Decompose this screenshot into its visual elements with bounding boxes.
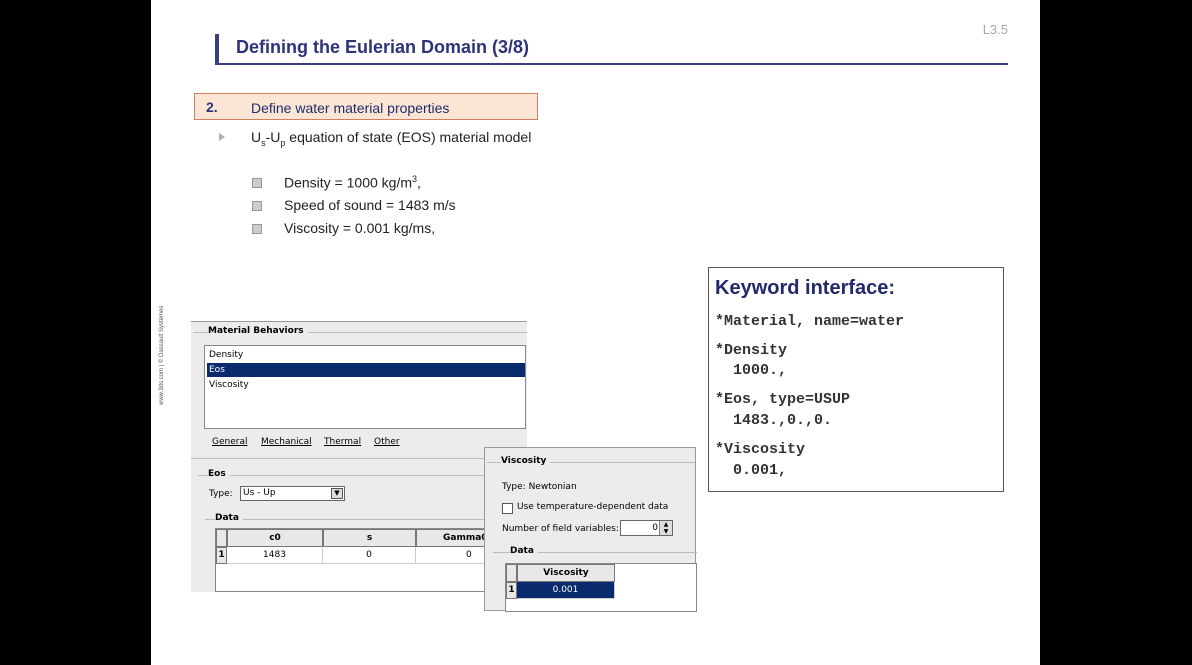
step-box: 2. Define water material properties — [194, 93, 538, 120]
title-underline — [215, 63, 1008, 65]
row-index: 1 — [506, 582, 517, 599]
field-variables-spinner[interactable]: 0 ▲ ▼ — [620, 520, 673, 536]
material-editor-panel: Material Behaviors Density Eos Viscosity… — [191, 321, 528, 592]
field-variables-label: Number of field variables: — [502, 524, 619, 534]
square-bullet-icon — [252, 224, 262, 234]
menu-other[interactable]: Other — [374, 437, 400, 447]
behavior-item-viscosity[interactable]: Viscosity — [207, 378, 525, 392]
keyword-interface-box: Keyword interface: *Material, name=water… — [708, 267, 1004, 492]
row-index: 1 — [216, 547, 227, 564]
cell-c0[interactable]: 1483 — [227, 547, 323, 564]
group-border — [198, 475, 527, 476]
table-corner — [506, 564, 517, 582]
keyword-line: *Eos, type=USUP — [715, 391, 851, 408]
keyword-line: 1483.,0.,0. — [715, 412, 833, 429]
keyword-line: *Density — [715, 342, 788, 359]
square-bullet-icon — [252, 201, 262, 211]
menu-thermal[interactable]: Thermal — [324, 437, 361, 447]
viscosity-type: Type: Newtonian — [502, 482, 577, 492]
menu-mechanical[interactable]: Mechanical — [261, 437, 312, 447]
bullet-density: Density = 1000 kg/m3, — [284, 174, 421, 191]
behavior-item-density[interactable]: Density — [207, 348, 525, 362]
cell-viscosity[interactable]: 0.001 — [517, 582, 615, 599]
spinner-arrows-icon[interactable]: ▲ ▼ — [659, 521, 672, 535]
viscosity-group-label: Viscosity — [501, 456, 551, 466]
slide-title: Defining the Eulerian Domain (3/8) — [236, 37, 530, 57]
column-header-s: s — [323, 529, 416, 547]
section-divider — [191, 458, 527, 459]
column-header-c0: c0 — [227, 529, 323, 547]
menu-general[interactable]: General — [212, 437, 247, 447]
eos-description: Us-Up equation of state (EOS) material m… — [251, 129, 532, 148]
type-label: Type: — [209, 489, 233, 499]
slide-number: L3.5 — [982, 22, 1008, 37]
table-corner — [216, 529, 227, 547]
bullet-speed-of-sound: Speed of sound = 1483 m/s — [284, 197, 456, 213]
eos-data-table: c0 s Gamma0 1 1483 0 0 — [215, 528, 528, 592]
column-header-viscosity: Viscosity — [517, 564, 615, 582]
checkbox-label: Use temperature-dependent data — [517, 502, 669, 512]
cell-s[interactable]: 0 — [323, 547, 416, 564]
arrow-bullet-icon — [219, 133, 225, 141]
viscosity-panel: Viscosity Type: Newtonian Use temperatur… — [484, 447, 697, 612]
step-number: 2. — [206, 99, 218, 115]
eos-type-select[interactable]: Us - Up ▼ — [240, 486, 345, 501]
keyword-title: Keyword interface: — [715, 277, 896, 299]
keyword-line: *Viscosity — [715, 441, 806, 458]
slide: L3.5 Defining the Eulerian Domain (3/8) … — [151, 0, 1040, 665]
eos-group-label: Eos — [208, 469, 230, 479]
dropdown-arrow-icon[interactable]: ▼ — [331, 488, 343, 499]
data-label: Data — [510, 546, 538, 556]
material-behaviors-label: Material Behaviors — [208, 326, 308, 336]
title-accent-bar — [215, 34, 219, 64]
group-border — [205, 519, 527, 520]
keyword-line: 0.001, — [715, 462, 788, 479]
keyword-line: *Material, name=water — [715, 313, 905, 330]
copyright-text: www.3ds.com | © Dassault Systèmes — [159, 305, 165, 405]
material-behaviors-list[interactable]: Density Eos Viscosity — [204, 345, 526, 429]
eos-type-value: Us - Up — [243, 488, 276, 498]
step-text: Define water material properties — [251, 100, 450, 116]
field-variables-value: 0 — [652, 523, 658, 533]
viscosity-data-table: Viscosity 1 0.001 — [505, 563, 697, 612]
bullet-viscosity: Viscosity = 0.001 kg/ms, — [284, 220, 436, 236]
temperature-dependent-checkbox[interactable] — [502, 503, 513, 514]
keyword-line: 1000., — [715, 362, 788, 379]
data-label: Data — [215, 513, 243, 523]
behavior-item-eos[interactable]: Eos — [207, 363, 525, 377]
square-bullet-icon — [252, 178, 262, 188]
